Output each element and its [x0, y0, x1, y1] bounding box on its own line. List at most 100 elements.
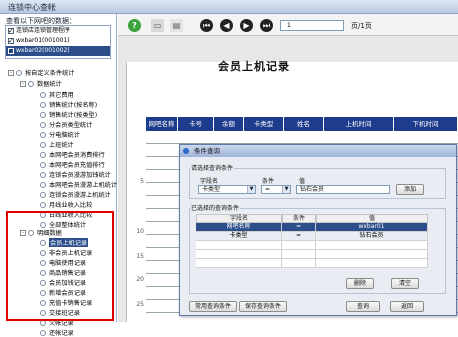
first-page-icon[interactable]: ⏮ — [200, 19, 213, 32]
save-query-button[interactable]: 保存查询条件 — [239, 301, 287, 312]
checkbox-icon[interactable] — [8, 46, 14, 56]
tree-item[interactable]: 连锁会员漫游加钱统计 — [40, 170, 111, 179]
chevron-down-icon[interactable]: ▼ — [282, 186, 290, 193]
table-row[interactable]: 卡类型 = 钻石会员 — [196, 232, 428, 241]
column-header: 上机时间 — [324, 117, 394, 131]
report-title: 会员上机记录 — [218, 60, 290, 73]
tree-item[interactable]: 其它费用 — [40, 90, 74, 99]
chevron-down-icon[interactable]: ▼ — [247, 186, 255, 193]
tree-item-label: 本网吧会员漫游上机统计 — [49, 182, 118, 189]
help-icon[interactable]: ? — [128, 19, 141, 32]
tree-item-label: 按自定义条件统计 — [25, 70, 75, 77]
tree-item-label: 销售统计(按名称) — [49, 102, 98, 109]
tree-item[interactable]: 月线业收入比较 — [40, 200, 92, 209]
store-list: 连锁店连锁管理程序 wxbar01(001001) wxbar02(001002… — [5, 25, 111, 59]
window-titlebar: 连锁中心查帐 — [0, 0, 458, 14]
radio-icon[interactable] — [40, 181, 46, 188]
dialog-titlebar: 条件查询 — [180, 145, 456, 157]
tree-item[interactable]: 本网吧会员消费排行 — [40, 150, 105, 159]
tree-item-label: 本网吧会员消费排行 — [49, 152, 105, 159]
column-header: 姓名 — [284, 117, 324, 131]
tree-item-label: 本网吧会员充值排行 — [49, 162, 105, 169]
store-item[interactable]: wxbar02(001002) — [6, 46, 110, 56]
radio-icon[interactable] — [40, 161, 46, 168]
radio-icon[interactable] — [40, 111, 46, 118]
ruler-mark: 10 — [136, 228, 144, 235]
ruler-mark: 25 — [136, 301, 144, 308]
next-page-icon[interactable]: ▶ — [240, 19, 253, 32]
field-select[interactable]: 卡类型 ▼ — [198, 185, 256, 194]
last-page-icon[interactable]: ⏭ — [260, 19, 273, 32]
checkbox-icon[interactable] — [8, 26, 14, 36]
tree-item-label: 分会员类型统计 — [49, 122, 93, 129]
condition-query-dialog: 条件查询 请选择查询条件 字段名 条件 值 卡类型 ▼ = ▼ 钻石会员 添加 已选… — [179, 144, 457, 316]
window-title: 连锁中心查帐 — [8, 3, 56, 12]
tree-item[interactable]: 还帐记录 — [40, 328, 74, 337]
radio-icon[interactable] — [40, 171, 46, 178]
column-header: 网吧名称 — [146, 117, 178, 131]
condition-select[interactable]: = ▼ — [261, 185, 291, 194]
toolbar: ? ▭ ▤ ⏮ ◀ ▶ ⏭ 1 页/1页 — [118, 14, 458, 36]
column-header: 字段名 — [196, 214, 282, 223]
table-row — [196, 241, 428, 250]
tree-item[interactable]: 分会员类型统计 — [40, 120, 92, 129]
prev-page-icon[interactable]: ◀ — [220, 19, 233, 32]
clear-button[interactable]: 清空 — [391, 278, 419, 289]
radio-icon[interactable] — [40, 91, 46, 98]
radio-icon[interactable] — [40, 121, 46, 128]
value-input[interactable]: 钻石会员 — [296, 185, 390, 194]
tree-item-label: 还帐记录 — [49, 330, 74, 337]
tree-item[interactable]: 销售统计(按名称) — [40, 100, 97, 109]
tree-item[interactable]: 销售统计(按类型) — [40, 110, 97, 119]
store-item[interactable]: 连锁店连锁管理程序 — [6, 26, 110, 36]
collapse-icon[interactable]: - — [20, 80, 26, 87]
tree-item-label: 分电脑统计 — [49, 132, 80, 139]
delete-button[interactable]: 删除 — [346, 278, 374, 289]
back-button[interactable]: 返回 — [390, 301, 424, 312]
radio-icon[interactable] — [40, 141, 46, 148]
store-item[interactable]: wxbar01(001001) — [6, 36, 110, 46]
column-header: 卡类型 — [244, 117, 284, 131]
tree-item[interactable]: 连锁会员漫游上机统计 — [40, 190, 111, 199]
collapse-icon[interactable]: - — [8, 69, 14, 76]
column-header: 下机时间 — [394, 117, 458, 131]
ruler-mark: 5 — [140, 178, 144, 185]
tree-item[interactable]: 本网吧会员漫游上机统计 — [40, 180, 117, 189]
tree-item[interactable]: - 数据统计 — [20, 79, 62, 88]
radio-icon[interactable] — [40, 329, 46, 336]
tree-item-label: 月线业收入比较 — [49, 202, 93, 209]
common-query-button[interactable]: 常用查询条件 — [189, 301, 237, 312]
radio-icon[interactable] — [16, 69, 22, 76]
print-icon[interactable]: ▭ — [151, 19, 164, 32]
value-label: 值 — [299, 178, 306, 185]
add-button[interactable]: 添加 — [396, 184, 424, 195]
tree-item-label: 数据统计 — [37, 81, 62, 88]
radio-icon[interactable] — [40, 131, 46, 138]
tree-item[interactable]: - 按自定义条件统计 — [8, 68, 75, 77]
tree-item[interactable]: 本网吧会员充值排行 — [40, 160, 105, 169]
highlight-box — [6, 211, 114, 321]
field-label: 字段名 — [200, 178, 219, 185]
page-input[interactable]: 1 — [280, 20, 344, 31]
selected-conditions-label: 已选择的查询条件 — [190, 203, 241, 212]
selected-conditions-table: 字段名 条件 值 网吧名称 = wxbar01 卡类型 = 钻石会员 — [196, 214, 428, 268]
radio-icon[interactable] — [28, 80, 34, 87]
ruler-mark: 20 — [136, 276, 144, 283]
tree-item[interactable]: 上班统计 — [40, 140, 74, 149]
table-row — [196, 250, 428, 259]
ruler-mark: 15 — [136, 253, 144, 260]
radio-icon[interactable] — [40, 101, 46, 108]
tree-item-label: 连锁会员漫游加钱统计 — [49, 172, 111, 179]
condition-label: 条件 — [262, 178, 275, 185]
page-total: 页/1页 — [351, 22, 372, 30]
tree-item[interactable]: 分电脑统计 — [40, 130, 80, 139]
checkbox-icon[interactable] — [8, 36, 14, 46]
column-header: 余额 — [214, 117, 244, 131]
query-button[interactable]: 查询 — [346, 301, 380, 312]
table-row — [196, 259, 428, 268]
radio-icon[interactable] — [40, 151, 46, 158]
table-row[interactable]: 网吧名称 = wxbar01 — [196, 223, 428, 232]
radio-icon[interactable] — [40, 201, 46, 208]
page-setup-icon[interactable]: ▤ — [170, 19, 183, 32]
radio-icon[interactable] — [40, 191, 46, 198]
